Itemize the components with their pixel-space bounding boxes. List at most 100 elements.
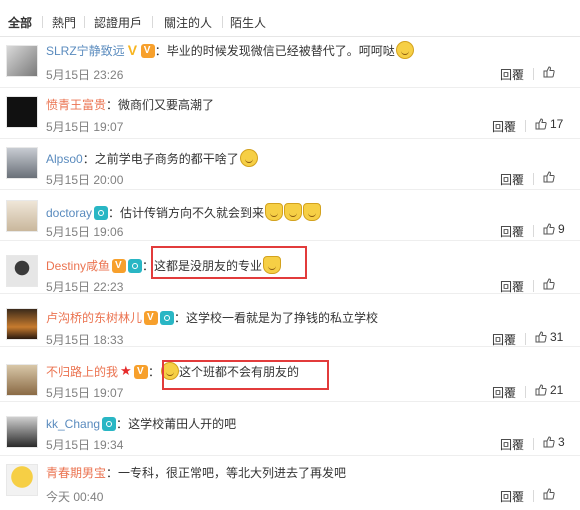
comment-username[interactable]: SLRZ宁静致远 [46, 44, 125, 58]
comment-text: 这学校一看就是为了挣钱的私立学校 [186, 311, 379, 325]
like-count: 3 [558, 435, 565, 449]
tab-all[interactable]: 全部 [8, 14, 32, 31]
thumbs-up-icon [543, 171, 555, 183]
camera-icon [94, 206, 109, 220]
star-icon [120, 363, 132, 379]
comment-username[interactable]: Destiny咸鱼 [46, 259, 110, 273]
like-count: 31 [550, 330, 564, 344]
highlight-box [151, 246, 307, 279]
reply-button[interactable]: 回覆 [500, 278, 524, 295]
emoji-icon [265, 203, 284, 221]
emoji-icon [284, 203, 303, 221]
like-count: 17 [550, 117, 564, 131]
like-button[interactable] [543, 487, 558, 501]
comment-item: SLRZ宁静致远：毕业的时候发现微信已经被替代了。呵呵哒 5月15日 23:26… [0, 37, 580, 88]
comment-item: doctoray ：估计传销方向不久就会到来 5月15日 19:06 回覆 9 [0, 190, 580, 241]
tab-divider [222, 16, 223, 28]
like-button[interactable] [543, 170, 558, 184]
comment-time: 5月15日 19:06 [46, 225, 124, 239]
action-divider [533, 280, 534, 292]
reply-button[interactable]: 回覆 [492, 331, 516, 348]
avatar[interactable] [6, 364, 38, 396]
comment-item: 青春期男宝：一专科，很正常吧，等北大列进去了再发吧 今天 00:40 回覆 [0, 456, 580, 510]
tab-strangers[interactable]: 陌生人 [230, 14, 266, 31]
comment-time: 5月15日 23:26 [46, 68, 124, 82]
emoji-icon [395, 41, 414, 59]
reply-button[interactable]: 回覆 [500, 66, 524, 83]
comment-username[interactable]: 不归路上的我 [46, 365, 118, 379]
comment-time: 5月15日 22:23 [46, 280, 124, 294]
reply-button[interactable]: 回覆 [500, 436, 524, 453]
comment-text: 之前学电子商务的都干啥了 [94, 152, 239, 166]
verified-icon [127, 42, 139, 58]
action-divider [525, 120, 526, 132]
thumbs-up-icon [535, 331, 547, 343]
comment-item: Destiny咸鱼：这都是没朋友的专业 5月15日 22:23 回覆 [0, 241, 580, 294]
camera-icon [102, 417, 117, 431]
tab-divider [42, 16, 43, 28]
like-button[interactable] [543, 65, 558, 79]
tab-hot[interactable]: 熱門 [52, 14, 76, 31]
comment-text: 一专科，很正常吧，等北大列进去了再发吧 [118, 466, 347, 480]
comment-username[interactable]: 愤青王富贵 [46, 98, 106, 112]
reply-button[interactable]: 回覆 [500, 171, 524, 188]
reply-button[interactable]: 回覆 [492, 118, 516, 135]
reply-button[interactable]: 回覆 [500, 488, 524, 505]
comment-time: 5月15日 19:07 [46, 120, 124, 134]
like-button[interactable]: 21 [535, 383, 563, 397]
like-count: 21 [550, 383, 564, 397]
avatar[interactable] [6, 255, 38, 287]
comment-item: Alpso0：之前学电子商务的都干啥了 5月15日 20:00 回覆 [0, 139, 580, 190]
like-button[interactable]: 31 [535, 330, 563, 344]
tab-verified[interactable]: 認證用戶 [94, 14, 142, 31]
comment-time: 5月15日 19:34 [46, 438, 124, 452]
comment-text: 这学校莆田人开的吧 [128, 417, 237, 431]
comment-item: 不归路上的我：这个班都不会有朋友的 5月15日 19:07 回覆 21 [0, 347, 580, 402]
like-button[interactable]: 17 [535, 117, 563, 131]
comment-username[interactable]: doctoray [46, 206, 92, 220]
vip-icon [134, 365, 149, 379]
comment-username[interactable]: Alpso0 [46, 152, 83, 166]
like-button[interactable]: 9 [543, 222, 565, 236]
comment-text: 毕业的时候发现微信已经被替代了。呵呵哒 [166, 44, 395, 58]
comment-username[interactable]: 卢沟桥的东树林儿 [46, 311, 142, 325]
comment-text: 微商们又要高潮了 [118, 98, 215, 112]
tab-following[interactable]: 關注的人 [164, 14, 212, 31]
comment-time: 5月15日 18:33 [46, 333, 124, 347]
thumbs-up-icon [535, 384, 547, 396]
avatar[interactable] [6, 147, 38, 179]
comment-item: kk_Chang ：这学校莆田人开的吧 5月15日 19:34 回覆 3 [0, 402, 580, 456]
reply-button[interactable]: 回覆 [492, 384, 516, 401]
emoji-icon [239, 149, 258, 167]
avatar[interactable] [6, 416, 38, 448]
action-divider [533, 68, 534, 80]
tab-divider [84, 16, 85, 28]
avatar[interactable] [6, 45, 38, 77]
avatar[interactable] [6, 200, 38, 232]
camera-icon [160, 311, 175, 325]
action-divider [533, 438, 534, 450]
emoji-icon [303, 203, 322, 221]
comment-time: 5月15日 19:07 [46, 386, 124, 400]
action-divider [533, 173, 534, 185]
comment-time: 今天 00:40 [46, 490, 104, 504]
avatar[interactable] [6, 464, 38, 496]
reply-button[interactable]: 回覆 [500, 223, 524, 240]
comment-item: 愤青王富贵：微商们又要高潮了 5月15日 19:07 回覆 17 [0, 88, 580, 139]
camera-icon [128, 259, 143, 273]
thumbs-up-icon [543, 436, 555, 448]
highlight-box [162, 360, 329, 390]
like-button[interactable] [543, 277, 558, 291]
avatar[interactable] [6, 96, 38, 128]
comment-item: 卢沟桥的东树林儿：这学校一看就是为了挣钱的私立学校 5月15日 18:33 回覆… [0, 294, 580, 347]
thumbs-up-icon [543, 278, 555, 290]
thumbs-up-icon [543, 223, 555, 235]
action-divider [525, 333, 526, 345]
comment-username[interactable]: 青春期男宝 [46, 466, 106, 480]
comment-text: 估计传销方向不久就会到来 [120, 206, 265, 220]
thumbs-up-icon [535, 118, 547, 130]
avatar[interactable] [6, 308, 38, 340]
action-divider [525, 386, 526, 398]
comment-username[interactable]: kk_Chang [46, 417, 100, 431]
like-button[interactable]: 3 [543, 435, 565, 449]
